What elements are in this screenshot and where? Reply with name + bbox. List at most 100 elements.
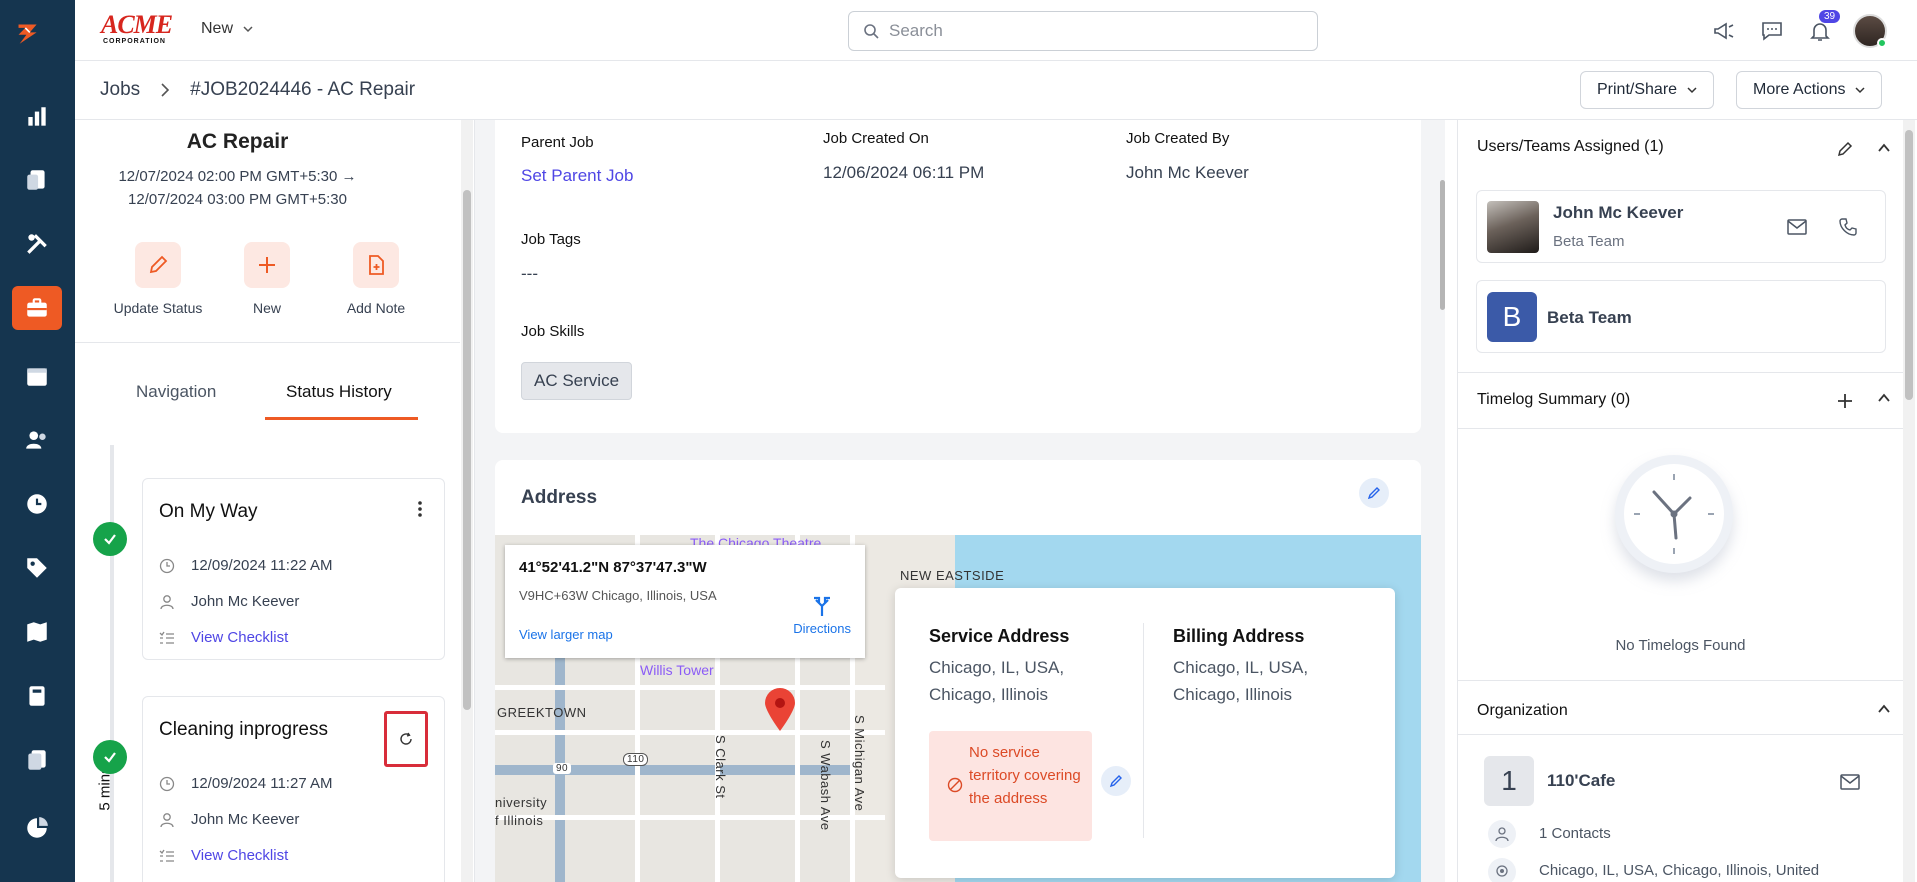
left-rail	[0, 0, 75, 882]
edit-territory-icon[interactable]	[1101, 766, 1131, 796]
mail-icon[interactable]	[1840, 774, 1860, 790]
clock-icon	[159, 776, 175, 791]
refresh-icon[interactable]	[384, 711, 428, 767]
nav-reports-icon[interactable]	[12, 95, 62, 139]
chevron-up-icon[interactable]	[1877, 703, 1891, 715]
bell-icon[interactable]: 39	[1805, 10, 1841, 46]
new-action-button[interactable]: New	[222, 242, 312, 316]
created-on-value: 12/06/2024 06:11 PM	[823, 163, 985, 182]
job-details-card: Parent Job Set Parent Job Job Created On…	[495, 120, 1421, 433]
plus-icon[interactable]	[1836, 392, 1854, 410]
print-share-button[interactable]: Print/Share	[1580, 71, 1715, 109]
chevron-right-icon	[161, 83, 170, 97]
scrollbar-thumb[interactable]	[1905, 130, 1913, 400]
divider	[1458, 372, 1903, 373]
tab-status-history[interactable]: Status History	[286, 382, 392, 402]
center-scrollbar[interactable]	[1440, 120, 1445, 882]
nav-quotes-icon[interactable]	[12, 158, 62, 202]
new-dropdown[interactable]: New	[201, 20, 253, 38]
map-road	[495, 685, 885, 690]
service-address-heading: Service Address	[929, 626, 1070, 646]
search-input[interactable]: Search	[848, 11, 1318, 51]
created-by-value: John Mc Keever	[1126, 163, 1249, 182]
right-sidebar: Users/Teams Assigned (1) John Mc Keever …	[1457, 120, 1917, 882]
nav-map-icon[interactable]	[12, 610, 62, 654]
map-coordinates: 41°52'41.2"N 87°37'47.3"W	[519, 559, 707, 576]
right-panel-scrollbar[interactable]	[1903, 120, 1915, 882]
chevron-up-icon[interactable]	[1877, 392, 1891, 404]
update-status-button[interactable]: Update Status	[113, 242, 203, 316]
top-bar: ACME CORPORATION New Search 39	[75, 0, 1917, 61]
map-road	[495, 730, 885, 735]
address-map[interactable]: The Chicago Theatre NEW EASTSIDE Willis …	[495, 535, 1421, 882]
nav-analytics-icon[interactable]	[12, 806, 62, 850]
map-label-wabash-ave: S Wabash Ave	[818, 740, 833, 831]
map-label-illinois: f Illinois	[495, 813, 544, 828]
nav-tags-icon[interactable]	[12, 546, 62, 590]
breadcrumb: Jobs #JOB2024446 - AC Repair	[100, 79, 415, 101]
nav-calendar-icon[interactable]	[12, 354, 62, 398]
add-note-button[interactable]: Add Note	[331, 242, 421, 316]
job-start-time: 12/07/2024 02:00 PM GMT+5:30 →	[118, 168, 357, 185]
view-checklist-link[interactable]: View Checklist	[159, 847, 288, 864]
divider	[1458, 428, 1903, 429]
tab-navigation[interactable]: Navigation	[136, 382, 216, 402]
announcement-icon[interactable]	[1709, 16, 1739, 46]
pencil-icon	[135, 242, 181, 288]
created-on-label: Job Created On	[823, 130, 929, 147]
organization-name[interactable]: 110'Cafe	[1547, 771, 1615, 791]
chat-icon[interactable]	[1757, 16, 1787, 46]
edit-address-icon[interactable]	[1359, 478, 1389, 508]
nav-jobs-icon[interactable]	[12, 286, 62, 330]
set-parent-job-link[interactable]: Set Parent Job	[521, 166, 633, 186]
nav-users-icon[interactable]	[12, 418, 62, 462]
update-status-label: Update Status	[113, 300, 203, 316]
checklist-icon	[159, 849, 174, 862]
breadcrumb-bar: Jobs #JOB2024446 - AC Repair Print/Share…	[75, 61, 1917, 120]
billing-address-line2: Chicago, Illinois	[1173, 685, 1293, 704]
mail-icon[interactable]	[1787, 219, 1807, 235]
scrollbar-thumb[interactable]	[1440, 180, 1445, 310]
status-card: On My Way 12/09/2024 11:22 AM John Mc Ke…	[142, 478, 445, 660]
service-address-line1: Chicago, IL, USA,	[929, 658, 1065, 677]
map-highway-90-shield: 90	[553, 763, 572, 774]
chevron-up-icon[interactable]	[1877, 142, 1891, 154]
view-checklist-link[interactable]: View Checklist	[159, 629, 288, 646]
scrollbar-thumb[interactable]	[463, 190, 471, 710]
map-label-willis-tower: Willis Tower	[640, 662, 714, 678]
organization-contacts[interactable]: 1 Contacts	[1539, 825, 1611, 842]
breadcrumb-current: #JOB2024446 - AC Repair	[190, 79, 416, 100]
map-highway-110-shield: 110	[623, 753, 649, 766]
chevron-down-icon	[243, 26, 253, 33]
directions-link[interactable]: Directions	[793, 595, 851, 636]
pencil-icon[interactable]	[1836, 140, 1854, 158]
map-plus-code: V9HC+63W Chicago, Illinois, USA	[519, 588, 717, 603]
status-card: Cleaning inprogress 12/09/2024 11:27 AM …	[142, 696, 445, 882]
job-summary-panel: AC Repair 12/07/2024 02:00 PM GMT+5:30 →…	[75, 120, 475, 882]
team-initial-tile: B	[1487, 292, 1537, 342]
user-avatar[interactable]	[1853, 14, 1887, 48]
billing-address-heading: Billing Address	[1173, 626, 1305, 646]
brand-logo[interactable]: ACME CORPORATION	[101, 12, 179, 46]
service-address-line2: Chicago, Illinois	[929, 685, 1049, 704]
more-actions-button[interactable]: More Actions	[1736, 71, 1883, 109]
phone-icon[interactable]	[1839, 218, 1857, 236]
contacts-icon	[1488, 820, 1516, 848]
divider	[75, 342, 460, 343]
divider	[1143, 623, 1144, 838]
view-larger-map-link[interactable]: View larger map	[519, 627, 613, 642]
nav-tools-icon[interactable]	[12, 222, 62, 266]
nav-calculator-icon[interactable]	[12, 674, 62, 718]
nav-documents-icon[interactable]	[12, 738, 62, 782]
left-panel-scrollbar[interactable]	[461, 120, 473, 882]
job-end-time: 12/07/2024 03:00 PM GMT+5:30	[128, 191, 347, 208]
status-title: On My Way	[159, 501, 258, 522]
kebab-menu-icon[interactable]	[418, 501, 422, 521]
nav-timesheet-icon[interactable]	[12, 482, 62, 526]
assigned-user-card[interactable]: John Mc Keever Beta Team	[1476, 190, 1886, 263]
breadcrumb-jobs-link[interactable]: Jobs	[100, 79, 140, 101]
directions-icon	[814, 596, 831, 616]
new-action-label: New	[252, 300, 281, 316]
app-logo-icon[interactable]	[14, 20, 60, 66]
assigned-team-card[interactable]: B Beta Team	[1476, 280, 1886, 353]
